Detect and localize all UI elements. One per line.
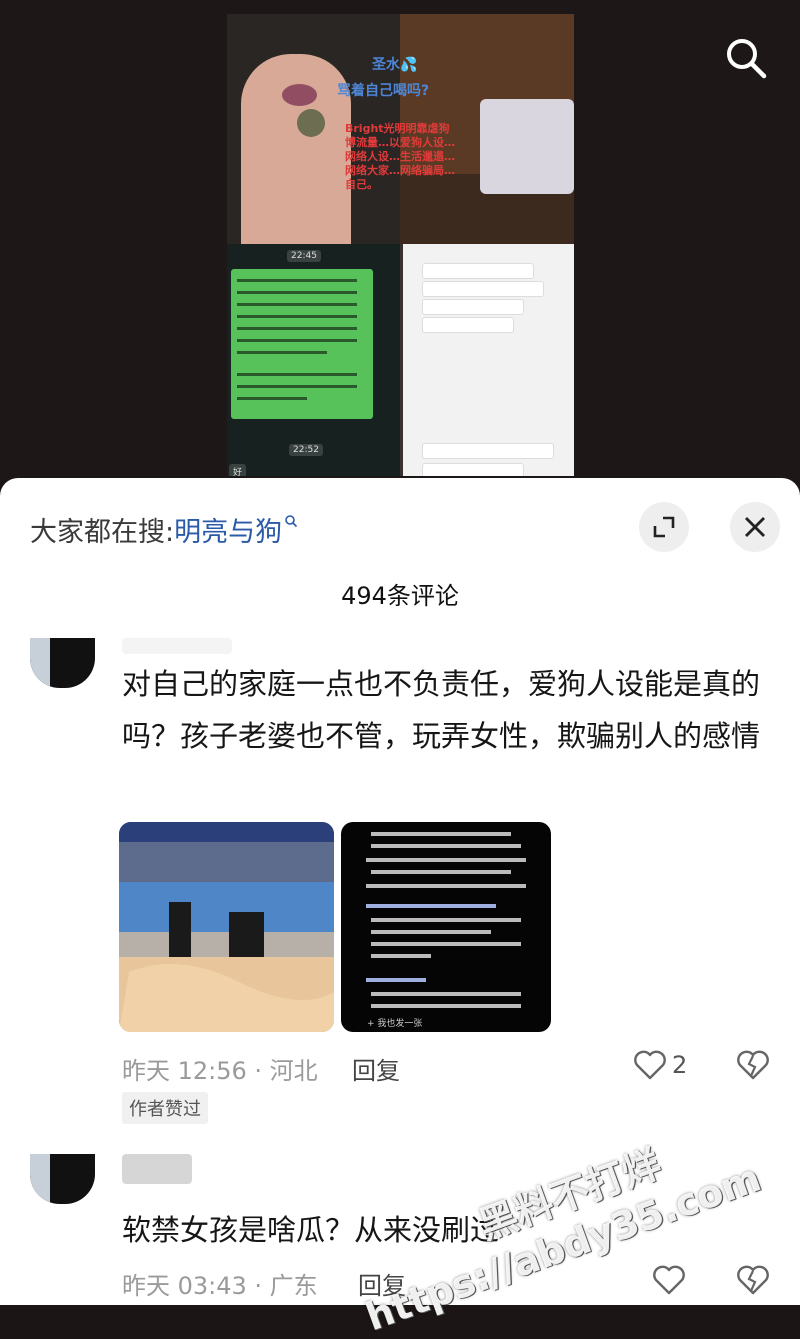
comment-sheet: 大家都在搜:明亮与狗 494条评论 对自己的家庭一点也不负责任，爱狗人设能是真的… — [0, 478, 800, 1339]
chat-bubble-white — [423, 282, 543, 296]
chat-bubble-white — [423, 318, 513, 332]
chat-bubble-white — [423, 464, 523, 476]
reply-button[interactable]: 回复 — [352, 1051, 400, 1086]
room-bed — [480, 99, 574, 194]
comment-image[interactable] — [119, 822, 334, 1032]
expand-button[interactable] — [639, 502, 689, 552]
search-term-icon — [285, 515, 298, 528]
chat-screenshot-left: 22:45 22:52 好 — [227, 244, 400, 476]
comment-time-location: 昨天 12:56 · 河北 — [122, 1057, 318, 1085]
bruise-mark — [297, 109, 325, 137]
username[interactable] — [122, 1154, 192, 1184]
knee-shape — [241, 54, 351, 244]
overlay-question: 骂着自己喝吗? — [337, 83, 430, 99]
search-icon[interactable] — [724, 36, 768, 80]
chat-time: 22:52 — [289, 444, 323, 456]
comment-count: 494条评论 — [341, 582, 459, 610]
like-count: 2 — [672, 1051, 688, 1079]
username[interactable] — [122, 638, 232, 654]
author-liked-badge: 作者赞过 — [122, 1092, 208, 1124]
avatar[interactable] — [30, 1154, 95, 1204]
close-button[interactable] — [730, 502, 780, 552]
chat-bubble-white — [423, 300, 523, 314]
video-frame: 22:45 22:52 好 圣水💦 骂着自己喝吗? Bright光明明靠虐狗博流… — [227, 14, 574, 476]
chat-screenshot-right — [403, 244, 574, 476]
overlay-title: 圣水💦 — [372, 57, 418, 73]
search-prefix: 大家都在搜: — [30, 517, 175, 548]
chat-chip: 好 — [229, 464, 247, 476]
chat-time: 22:45 — [287, 250, 321, 262]
comment-time-location: 昨天 03:43 · 广东 — [122, 1272, 318, 1300]
broken-heart-icon[interactable] — [736, 1264, 770, 1296]
chat-bubble-white — [423, 264, 533, 278]
venice-photo — [119, 822, 334, 1032]
text-screenshot — [366, 832, 526, 1008]
heart-icon[interactable] — [652, 1264, 686, 1296]
chat-bubble-white — [423, 444, 553, 458]
expand-icon — [653, 516, 675, 538]
chat-bubble-green — [231, 269, 373, 419]
comment-image[interactable]: + 我也发一张 — [341, 822, 551, 1032]
video-player[interactable]: 22:45 22:52 好 圣水💦 骂着自己喝吗? Bright光明明靠虐狗博流… — [0, 0, 800, 480]
overlay-caption: Bright光明明靠虐狗博流量…以爱狗人设…网络人设…生活邋遢…网络大家…网络骗… — [345, 122, 455, 191]
broken-heart-icon[interactable] — [736, 1049, 770, 1081]
image-caption: + 我也发一张 — [367, 1019, 423, 1029]
bruise-mark — [282, 84, 317, 106]
comment-text[interactable]: 对自己的家庭一点也不负责任，爱狗人设能是真的吗？孩子老婆也不管，玩弄女性，欺骗别… — [122, 658, 772, 762]
avatar[interactable] — [30, 638, 95, 688]
close-icon — [745, 517, 765, 537]
heart-icon[interactable] — [633, 1049, 667, 1081]
search-term[interactable]: 明亮与狗 — [174, 517, 282, 548]
search-suggestion[interactable]: 大家都在搜:明亮与狗 — [30, 510, 298, 549]
